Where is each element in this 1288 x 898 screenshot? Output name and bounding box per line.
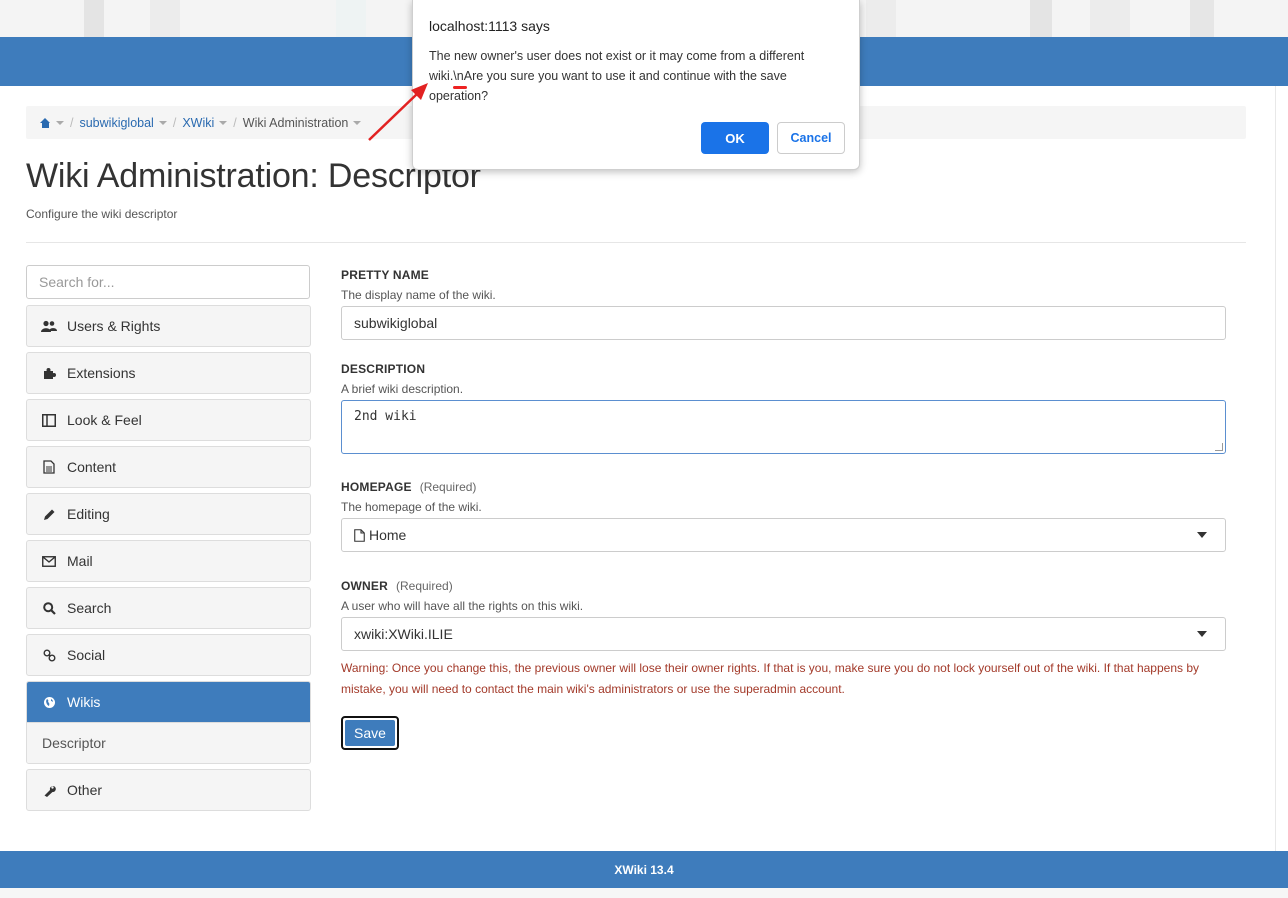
homepage-label: HOMEPAGE (Required) xyxy=(341,480,477,494)
sidebar-item-label: Search xyxy=(67,600,112,616)
sidebar-item-label: Mail xyxy=(67,553,93,569)
link-icon xyxy=(41,647,57,663)
resize-handle[interactable] xyxy=(1215,443,1223,451)
chevron-down-icon[interactable] xyxy=(1197,532,1207,538)
dialog-title: localhost:1113 says xyxy=(429,18,550,34)
homepage-value: Home xyxy=(369,527,407,543)
required-marker: (Required) xyxy=(419,480,477,494)
description-label: DESCRIPTION xyxy=(341,362,426,376)
page-icon xyxy=(354,528,365,542)
sidebar-item-users-rights[interactable]: Users & Rights xyxy=(26,305,311,347)
dialog-ok-button[interactable]: OK xyxy=(701,122,769,154)
sidebar-item-label: Look & Feel xyxy=(67,412,142,428)
owner-label: OWNER (Required) xyxy=(341,579,453,593)
owner-hint: A user who will have all the rights on t… xyxy=(341,599,584,613)
dialog-message: The new owner's user does not exist or i… xyxy=(429,49,805,103)
sidebar-item-wikis[interactable]: Wikis xyxy=(27,682,310,722)
home-icon[interactable] xyxy=(40,117,51,128)
sidebar-item-label: Extensions xyxy=(67,365,136,381)
footer-version: XWiki 13.4 xyxy=(614,862,674,877)
footer: XWiki 13.4 xyxy=(0,851,1288,888)
wrench-icon xyxy=(41,782,57,798)
sidebar-item-look-feel[interactable]: Look & Feel xyxy=(26,399,311,441)
globe-icon xyxy=(41,694,57,710)
sidebar-item-mail[interactable]: Mail xyxy=(26,540,311,582)
sidebar-item-label: Editing xyxy=(67,506,110,522)
layout-icon xyxy=(41,412,57,428)
homepage-field: HOMEPAGE (Required) The homepage of the w… xyxy=(341,480,1227,552)
description-hint: A brief wiki description. xyxy=(341,382,464,396)
sidebar-item-label: Content xyxy=(67,459,117,475)
description-value: 2nd wiki xyxy=(354,409,417,424)
envelope-icon xyxy=(41,553,57,569)
chevron-down-icon[interactable] xyxy=(56,120,64,125)
divider xyxy=(26,242,1246,243)
document-icon xyxy=(41,459,57,475)
sidebar-item-label: Social xyxy=(67,647,106,663)
pretty-name-label: PRETTY NAME xyxy=(341,268,429,282)
chevron-down-icon[interactable] xyxy=(219,120,228,125)
sidebar-item-content[interactable]: Content xyxy=(26,446,311,488)
save-button[interactable]: Save xyxy=(341,716,399,750)
sidebar-item-other[interactable]: Other xyxy=(26,769,311,811)
owner-warning: Warning: Once you change this, the previ… xyxy=(341,661,1199,696)
description-field: DESCRIPTION A brief wiki description. 2n… xyxy=(341,362,1227,454)
dialog-cancel-button[interactable]: Cancel xyxy=(777,122,845,154)
homepage-select[interactable]: Home xyxy=(341,518,1226,552)
sidebar-item-extensions[interactable]: Extensions xyxy=(26,352,311,394)
chevron-down-icon[interactable] xyxy=(158,120,167,125)
chevron-down-icon[interactable] xyxy=(353,120,362,125)
chevron-down-icon[interactable] xyxy=(1197,631,1207,637)
pretty-name-input[interactable]: subwikiglobal xyxy=(341,306,1226,340)
page-subtitle: Configure the wiki descriptor xyxy=(26,207,178,221)
search-icon xyxy=(41,600,57,616)
puzzle-icon xyxy=(41,365,57,381)
sidebar-item-editing[interactable]: Editing xyxy=(26,493,311,535)
owner-value: xwiki:XWiki.ILIE xyxy=(354,626,453,642)
owner-field: OWNER (Required) A user who will have all… xyxy=(341,579,1227,700)
description-textarea[interactable]: 2nd wiki xyxy=(341,400,1226,454)
sidebar-search-input[interactable] xyxy=(26,265,310,299)
sidebar-item-label: Wikis xyxy=(67,694,101,710)
confirm-dialog: localhost:1113 says The new owner's user… xyxy=(412,0,860,170)
sidebar-item-label: Users & Rights xyxy=(67,318,161,334)
owner-select[interactable]: xwiki:XWiki.ILIE xyxy=(341,617,1226,651)
save-button-label: Save xyxy=(345,720,395,746)
sidebar-item-search[interactable]: Search xyxy=(26,587,311,629)
sidebar-item-social[interactable]: Social xyxy=(26,634,311,676)
sidebar-group-wikis: Wikis Descriptor xyxy=(26,681,311,764)
required-marker: (Required) xyxy=(396,579,453,593)
sidebar-subitem-descriptor[interactable]: Descriptor xyxy=(27,722,310,763)
admin-sidebar: Users & Rights Extensions Look & Feel Co… xyxy=(26,265,311,816)
homepage-hint: The homepage of the wiki. xyxy=(341,500,482,514)
sidebar-item-label: Other xyxy=(67,782,103,798)
breadcrumb-item-current: Wiki Administration xyxy=(242,115,349,130)
pencil-icon xyxy=(41,506,57,522)
users-icon xyxy=(41,318,57,334)
pretty-name-field: PRETTY NAME The display name of the wiki… xyxy=(341,268,1227,340)
breadcrumb-item-space[interactable]: XWiki xyxy=(182,116,214,130)
scrollbar-track xyxy=(1275,86,1276,851)
annotation-underline xyxy=(453,86,467,89)
bottom-strip xyxy=(0,888,1288,898)
breadcrumb-item-wiki[interactable]: subwikiglobal xyxy=(79,116,153,130)
pretty-name-hint: The display name of the wiki. xyxy=(341,288,496,302)
